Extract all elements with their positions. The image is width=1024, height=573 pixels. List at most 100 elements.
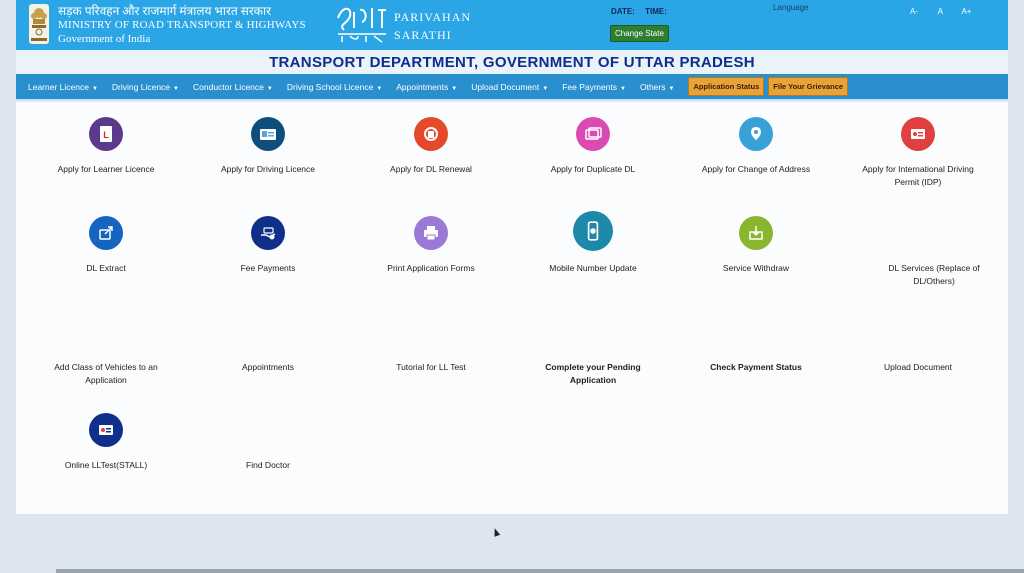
id-card-icon — [89, 413, 123, 447]
chevron-down-icon: ▼ — [542, 85, 549, 92]
chevron-down-icon: ▼ — [668, 85, 675, 92]
nav-label: Conductor Licence — [193, 81, 264, 92]
department-title: TRANSPORT DEPARTMENT, GOVERNMENT OF UTTA… — [269, 54, 755, 71]
brand-text: PARIVAHAN SARATHI — [394, 8, 471, 44]
learner-licence-icon: L — [89, 117, 123, 151]
dl-renewal-icon — [414, 117, 448, 151]
nav-label: Driving Licence — [111, 81, 171, 92]
language-selector[interactable]: Language — [773, 3, 809, 12]
ministry-hindi: सड़क परिवहन और राजमार्ग मंत्रालय भारत सर… — [58, 4, 271, 18]
chevron-down-icon: ▼ — [376, 85, 383, 92]
tile-find-doctor[interactable]: Find Doctor — [193, 459, 343, 472]
sarathi-logo-icon[interactable] — [334, 2, 390, 44]
nav-appointments[interactable]: Appointments ▼ — [396, 82, 457, 92]
tile-label: Find Doctor — [246, 460, 290, 470]
tile-label: Apply for Driving Licence — [220, 164, 315, 174]
tile-apply-learner-licence[interactable]: L Apply for Learner Licence — [31, 117, 181, 176]
tile-label-line1: Add Class of Vehicles to an — [54, 362, 158, 372]
share-icon — [89, 216, 123, 250]
ministry-english: MINISTRY OF ROAD TRANSPORT & HIGHWAYS — [58, 19, 306, 31]
tile-label-line2: Application — [85, 375, 127, 385]
nav-fee-payments[interactable]: Fee Payments ▼ — [562, 82, 626, 92]
tile-label-line2: Application — [569, 375, 617, 385]
nav-label: Appointments — [396, 81, 449, 92]
tile-label: Mobile Number Update — [549, 263, 637, 273]
chevron-down-icon: ▼ — [620, 85, 626, 92]
date-time-display: DATE: TIME: — [611, 7, 675, 16]
font-size-controls: A- A A+ — [902, 7, 978, 16]
tile-label: Online LLTest(STALL) — [64, 460, 148, 470]
location-pin-icon — [739, 117, 773, 151]
chevron-down-icon: ▼ — [266, 85, 273, 92]
nav-divider — [16, 99, 1008, 103]
page-container: सड़क परिवहन और राजमार्ग मंत्रालय भारत सर… — [16, 0, 1008, 514]
tile-label: Tutorial for LL Test — [396, 362, 466, 372]
tile-apply-driving-licence[interactable]: Apply for Driving Licence — [193, 117, 343, 176]
site-header: सड़क परिवहन और राजमार्ग मंत्रालय भारत सर… — [16, 0, 1008, 50]
tile-fee-payments[interactable]: Fee Payments — [193, 216, 343, 275]
government-label: Government of India — [58, 33, 151, 45]
font-increase-button[interactable]: A+ — [954, 7, 978, 16]
tile-international-driving-permit[interactable]: Apply for International Driving Permit (… — [843, 117, 993, 189]
brand-line2: SARATHI — [394, 28, 452, 42]
tile-complete-pending-application[interactable]: Complete your Pending Application — [518, 361, 668, 387]
tile-print-application-forms[interactable]: Print Application Forms — [356, 216, 506, 275]
main-nav: Learner Licence ▼ Driving Licence ▼ Conduc… — [16, 74, 1008, 99]
tile-label: Fee Payments — [240, 263, 296, 273]
tile-label: Check Payment Status — [710, 362, 802, 372]
font-decrease-button[interactable]: A- — [902, 7, 926, 16]
tile-label: Upload Document — [883, 362, 953, 372]
mobile-phone-icon — [573, 211, 613, 251]
tile-tutorial-ll-test[interactable]: Tutorial for LL Test — [356, 361, 506, 374]
tile-change-of-address[interactable]: Apply for Change of Address — [681, 117, 831, 176]
nav-learner-licence[interactable]: Learner Licence ▼ — [28, 82, 98, 92]
change-state-button[interactable]: Change State — [610, 25, 669, 42]
tile-apply-dl-renewal[interactable]: Apply for DL Renewal — [356, 117, 506, 176]
date-label: DATE: — [611, 7, 635, 16]
tile-label: DL Extract — [86, 263, 126, 273]
tile-label-line1: Complete your Pending — [545, 362, 641, 372]
nav-label: Learner Licence — [28, 81, 89, 92]
tile-label-line1: Apply for International Driving — [862, 164, 974, 174]
payment-hand-icon — [251, 216, 285, 250]
nav-conductor-licence[interactable]: Conductor Licence ▼ — [193, 82, 273, 92]
tile-apply-duplicate-dl[interactable]: Apply for Duplicate DL — [518, 117, 668, 176]
nav-upload-document[interactable]: Upload Document ▼ — [471, 82, 548, 92]
tile-label: Service Withdraw — [722, 263, 790, 273]
tile-label-line2: Permit (IDP) — [894, 177, 942, 187]
printer-icon — [414, 216, 448, 250]
mouse-cursor-icon — [491, 527, 501, 537]
tile-label: Apply for DL Renewal — [390, 164, 472, 174]
tile-mobile-number-update[interactable]: Mobile Number Update — [518, 211, 668, 275]
nav-driving-school-licence[interactable]: Driving School Licence ▼ — [287, 82, 382, 92]
chevron-down-icon: ▼ — [173, 85, 179, 92]
tile-service-withdraw[interactable]: Service Withdraw — [681, 216, 831, 275]
tile-label: Appointments — [242, 362, 294, 372]
time-label: TIME: — [645, 7, 667, 16]
tile-label: Apply for Duplicate DL — [550, 164, 636, 174]
tile-label-line1: DL Services (Replace of — [888, 263, 980, 273]
tile-label-line2: DL/Others) — [913, 276, 955, 286]
tile-online-lltest[interactable]: Online LLTest(STALL) — [31, 413, 181, 472]
tile-label: Apply for Change of Address — [701, 164, 811, 174]
tile-upload-document[interactable]: Upload Document — [843, 361, 993, 374]
tile-dl-services[interactable]: DL Services (Replace of DL/Others) — [859, 262, 1009, 288]
national-emblem-icon — [29, 4, 49, 44]
chevron-down-icon: ▼ — [91, 85, 98, 92]
ministry-name: सड़क परिवहन और राजमार्ग मंत्रालय भारत सर… — [58, 4, 306, 46]
brand-line1: PARIVAHAN — [394, 10, 472, 24]
tile-add-class-of-vehicles[interactable]: Add Class of Vehicles to an Application — [31, 361, 181, 387]
bottom-scrollbar[interactable] — [56, 569, 1024, 573]
driving-licence-icon — [251, 117, 285, 151]
application-status-button[interactable]: Application Status — [688, 77, 765, 96]
chevron-down-icon: ▼ — [451, 85, 458, 92]
nav-label: Driving School Licence — [286, 81, 374, 92]
tile-dl-extract[interactable]: DL Extract — [31, 216, 181, 275]
tile-appointments[interactable]: Appointments — [193, 361, 343, 374]
nav-others[interactable]: Others ▼ — [640, 82, 674, 92]
nav-driving-licence[interactable]: Driving Licence ▼ — [112, 82, 179, 92]
tile-check-payment-status[interactable]: Check Payment Status — [681, 361, 831, 374]
font-normal-button[interactable]: A — [928, 7, 952, 16]
nav-label: Upload Document — [471, 81, 540, 92]
file-grievance-button[interactable]: File Your Grievance — [768, 77, 849, 96]
